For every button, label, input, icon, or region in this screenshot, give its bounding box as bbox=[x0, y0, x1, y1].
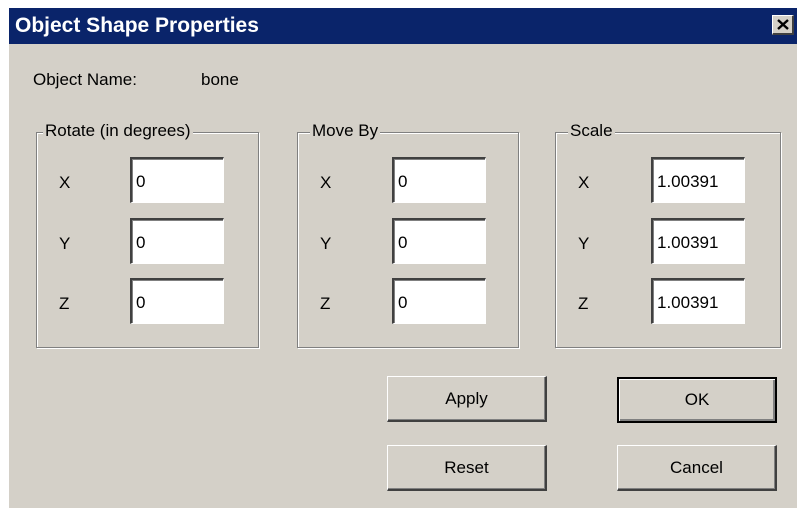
scale-group-legend: Scale bbox=[568, 121, 615, 141]
scale-y-label: Y bbox=[578, 234, 590, 253]
object-name-value: bone bbox=[201, 70, 239, 89]
rotate-group: Rotate (in degrees) X Y Z bbox=[36, 121, 259, 348]
ok-button[interactable]: OK bbox=[617, 377, 777, 423]
scale-y-input[interactable] bbox=[651, 218, 745, 264]
rotate-z-input[interactable] bbox=[130, 278, 224, 324]
apply-button[interactable]: Apply bbox=[387, 376, 547, 422]
rotate-x-input[interactable] bbox=[130, 157, 224, 203]
object-shape-properties-dialog: Object Shape Properties Object Name: bon… bbox=[9, 8, 797, 508]
scale-z-input[interactable] bbox=[651, 278, 745, 324]
cancel-button-label: Cancel bbox=[670, 457, 723, 477]
move-x-label: X bbox=[320, 173, 332, 192]
rotate-z-label: Z bbox=[59, 294, 70, 313]
move-by-group: Move By X Y Z bbox=[297, 121, 519, 348]
scale-x-label: X bbox=[578, 173, 590, 192]
apply-button-label: Apply bbox=[445, 388, 488, 408]
reset-button-label: Reset bbox=[444, 457, 489, 477]
scale-group: Scale X Y Z bbox=[555, 121, 781, 348]
rotate-x-label: X bbox=[59, 173, 71, 192]
move-z-input[interactable] bbox=[392, 278, 486, 324]
window-title: Object Shape Properties bbox=[15, 14, 259, 37]
reset-button[interactable]: Reset bbox=[387, 445, 547, 491]
scale-x-input[interactable] bbox=[651, 157, 745, 203]
close-button[interactable] bbox=[772, 15, 794, 35]
move-y-label: Y bbox=[320, 234, 332, 253]
move-y-input[interactable] bbox=[392, 218, 486, 264]
close-icon bbox=[776, 19, 789, 30]
cancel-button[interactable]: Cancel bbox=[617, 445, 777, 491]
move-z-label: Z bbox=[320, 294, 331, 313]
object-name-label: Object Name: bbox=[33, 70, 137, 89]
ok-button-label: OK bbox=[684, 390, 710, 409]
rotate-group-legend: Rotate (in degrees) bbox=[43, 121, 193, 141]
move-by-group-legend: Move By bbox=[310, 121, 381, 141]
scale-z-label: Z bbox=[578, 294, 589, 313]
rotate-y-input[interactable] bbox=[130, 218, 224, 264]
move-x-input[interactable] bbox=[392, 157, 486, 203]
rotate-y-label: Y bbox=[59, 234, 71, 253]
title-bar: Object Shape Properties bbox=[9, 8, 797, 44]
